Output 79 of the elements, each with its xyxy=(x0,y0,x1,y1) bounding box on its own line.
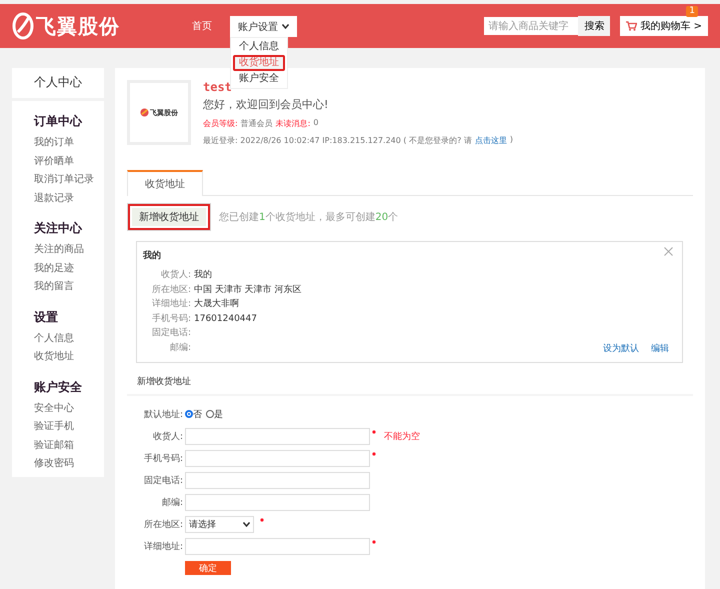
submit-button[interactable]: 确定 xyxy=(185,561,231,575)
logo-icon xyxy=(140,108,149,117)
sidebar-heading: 账户安全 xyxy=(34,378,83,396)
sidebar-item[interactable]: 安全中心 xyxy=(34,400,104,418)
field-value: 17601240447 xyxy=(194,312,257,326)
error-message: 不能为空 xyxy=(384,430,420,442)
address-action-link[interactable]: 设为默认 xyxy=(603,342,639,355)
menu-item[interactable]: 收货地址 xyxy=(233,55,285,71)
field-label: 详细地址: xyxy=(142,540,184,552)
field-label: 固定电话: xyxy=(142,474,184,486)
level-label: 会员等级: xyxy=(203,118,238,129)
sidebar-heading: 设置 xyxy=(34,308,59,326)
cart-icon xyxy=(626,21,638,31)
sidebar-item[interactable]: 退款记录 xyxy=(34,190,104,208)
close-icon[interactable] xyxy=(664,247,673,256)
sidebar-item[interactable]: 关注的商品 xyxy=(34,241,104,260)
field-label: 详细地址: xyxy=(150,298,191,311)
sidebar-item[interactable]: 修改密码 xyxy=(34,455,104,474)
logo-text: 飞翼股份 xyxy=(36,12,120,40)
field-label: 默认地址: xyxy=(142,408,184,420)
sidebar-item[interactable]: 我的订单 xyxy=(34,134,104,152)
field-label: 手机号码: xyxy=(142,452,184,464)
radio-button[interactable] xyxy=(206,410,214,418)
input-field[interactable] xyxy=(185,472,370,488)
level-value: 普通会员 xyxy=(240,118,273,129)
dropdown-button[interactable]: 账户设置 xyxy=(230,16,297,37)
unread-label: 未读消息: xyxy=(276,118,310,129)
sidebar-item[interactable]: 取消订单记录 xyxy=(34,171,104,190)
menu-item[interactable]: 个人信息 xyxy=(233,39,285,55)
sidebar-heading: 关注中心 xyxy=(34,220,84,237)
sidebar-item[interactable]: 评价晒单 xyxy=(34,152,104,171)
field-value: 我的 xyxy=(194,268,212,282)
address-count-note: 您已创建1个收货地址，最多可创建20个 xyxy=(219,210,398,224)
last-login-text: 最近登录: 2022/8/26 10:02:47 IP:183.215.127.240 ( 不是您登录的? 请 xyxy=(203,135,472,146)
add-address-button[interactable]: 新增收货地址 xyxy=(127,203,211,231)
input-field[interactable] xyxy=(185,428,370,444)
username: test xyxy=(203,82,232,93)
field-label: 收货人: xyxy=(152,430,184,442)
sidebar-item[interactable]: 个人信息 xyxy=(34,330,104,348)
region-select[interactable]: 请选择 xyxy=(185,516,254,532)
search-button[interactable]: 搜索 xyxy=(578,16,610,36)
caret-icon xyxy=(243,522,250,526)
field-label: 收货人: xyxy=(160,268,191,282)
sidebar-item[interactable]: 我的足迹 xyxy=(34,260,104,278)
nav-link[interactable]: 首页 xyxy=(192,19,212,33)
sidebar-item[interactable]: 收货地址 xyxy=(34,348,104,366)
input-field[interactable] xyxy=(185,494,370,510)
menu-item[interactable]: 账户安全 xyxy=(233,71,285,87)
field-label: 邮编: xyxy=(168,342,191,354)
field-value: 中国 天津市 天津市 河东区 xyxy=(194,284,302,296)
cart-button[interactable]: 我的购物车 > xyxy=(620,16,708,36)
field-value: 大晟大非啊 xyxy=(194,298,239,311)
last-login-text: ) xyxy=(510,135,513,146)
field-label: 手机号码: xyxy=(150,312,191,326)
cart-badge: 1 xyxy=(686,6,698,17)
field-label: 邮编: xyxy=(160,496,184,508)
radio-label: 是 xyxy=(214,408,223,420)
form-title: 新增收货地址 xyxy=(127,375,693,396)
welcome-text: 您好，欢迎回到会员中心! xyxy=(203,97,328,112)
input-field[interactable] xyxy=(185,538,370,554)
input-field[interactable] xyxy=(185,450,370,466)
logo-icon xyxy=(12,12,34,40)
radio-button[interactable] xyxy=(185,410,193,418)
radio-label: 否 xyxy=(193,408,202,420)
unread-count: 0 xyxy=(313,118,318,129)
sidebar-title: 个人中心 xyxy=(12,68,104,101)
sidebar-item[interactable]: 我的留言 xyxy=(34,278,104,296)
address-title: 我的 xyxy=(143,250,161,262)
sidebar-item[interactable]: 验证手机 xyxy=(34,418,104,436)
field-label: 所在地区: xyxy=(142,518,184,530)
caret-icon xyxy=(282,24,289,29)
sidebar-heading: 订单中心 xyxy=(34,113,84,130)
sidebar-item[interactable]: 验证邮箱 xyxy=(34,436,104,455)
field-label: 所在地区: xyxy=(150,284,191,296)
tab[interactable]: 收货地址 xyxy=(127,170,203,196)
search-field[interactable]: 请输入商品关键字 xyxy=(484,17,578,35)
field-label: 固定电话: xyxy=(150,326,191,340)
click-here-link[interactable]: 点击这里 xyxy=(474,135,507,146)
address-action-link[interactable]: 编辑 xyxy=(651,342,669,355)
